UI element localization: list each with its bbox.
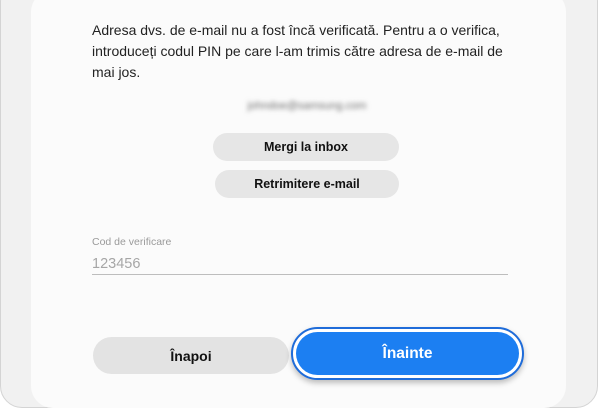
verification-code-label: Cod de verificare (92, 236, 172, 248)
verification-message: Adresa dvs. de e-mail nu a fost încă ver… (92, 22, 503, 80)
email-address: johndoe@samsung.com (247, 100, 367, 112)
go-to-inbox-button[interactable]: Mergi la inbox (213, 133, 399, 161)
next-button[interactable]: Înainte (296, 332, 519, 375)
verification-code-input[interactable] (92, 253, 508, 275)
back-button[interactable]: Înapoi (93, 337, 289, 374)
resend-email-button[interactable]: Retrimitere e-mail (215, 170, 399, 198)
